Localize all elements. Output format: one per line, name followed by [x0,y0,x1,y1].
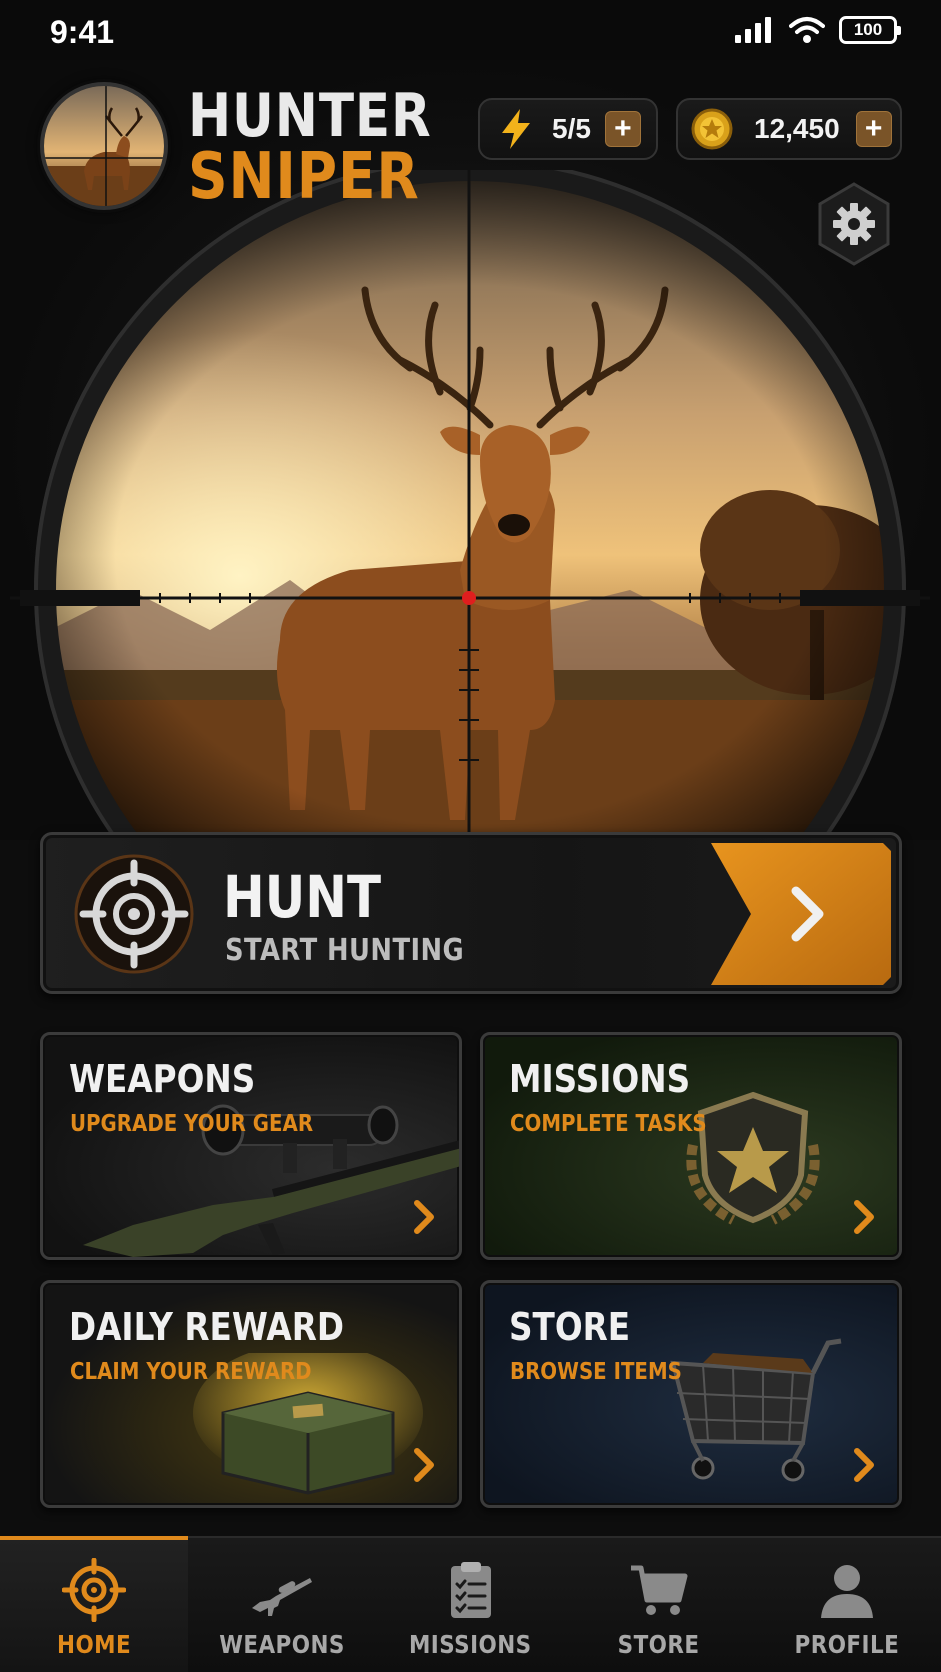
shopping-cart-image [670,1338,842,1482]
crosshair-icon [62,1558,127,1622]
crosshair-dot [462,591,476,605]
energy-counter: 5/5 + [478,98,658,160]
add-energy-button[interactable]: + [604,111,641,147]
coin-icon [691,108,733,150]
hunt-subtitle: START HUNTING [225,933,465,968]
crosshair-target-icon [74,854,194,974]
add-coins-button[interactable]: + [855,111,892,147]
gear-icon [833,203,875,245]
tab-missions-label: MISSIONS [409,1630,532,1659]
hunt-button[interactable]: HUNT START HUNTING [40,832,902,994]
scope-view [10,170,930,840]
status-time: 9:41 [50,14,115,50]
tab-weapons-label: WEAPONS [219,1630,346,1659]
chevron-right-icon [854,1200,874,1234]
cart-icon [630,1565,688,1615]
tab-profile[interactable]: PROFILE [753,1538,941,1672]
store-tile[interactable]: STORE BROWSE ITEMS [480,1280,902,1508]
bottom-tab-bar: HOME WEAPONS MISSIONS STORE PROFILE [0,1536,941,1672]
daily-reward-tile-subtitle: CLAIM YOUR REWARD [70,1359,312,1385]
game-title-line1: HUNTER [188,81,432,151]
wifi-icon [789,17,825,43]
weapons-tile-title: WEAPONS [69,1057,256,1101]
chevron-right-icon [414,1200,434,1234]
chevron-right-icon [854,1448,874,1482]
clipboard-icon [450,1562,491,1618]
energy-value: 5/5 [552,113,591,144]
battery-level: 100 [853,20,883,39]
daily-reward-tile-title: DAILY REWARD [69,1305,345,1349]
signal-icon [735,17,771,43]
coin-counter: 12,450 + [676,98,902,160]
missions-tile[interactable]: MISSIONS COMPLETE TASKS [480,1032,902,1260]
tab-home[interactable]: HOME [0,1536,189,1672]
tab-profile-label: PROFILE [794,1630,900,1659]
lightning-icon [502,109,530,149]
store-tile-title: STORE [509,1305,631,1349]
tab-missions[interactable]: MISSIONS [376,1538,564,1672]
game-title-line2: SNIPER [188,140,420,214]
store-tile-subtitle: BROWSE ITEMS [510,1359,682,1385]
game-logo [40,82,168,210]
rifle-icon [252,1578,313,1616]
tab-weapons[interactable]: WEAPONS [188,1538,376,1672]
settings-button[interactable] [810,180,898,268]
stag-logo-icon [44,86,164,206]
star-badge-image [686,1091,820,1225]
hunt-title: HUNT [223,863,382,931]
person-icon [820,1565,873,1618]
missions-tile-subtitle: COMPLETE TASKS [510,1111,707,1137]
tab-store[interactable]: STORE [565,1538,753,1672]
plus-label: + [864,112,883,145]
weapons-tile[interactable]: WEAPONS UPGRADE YOUR GEAR [40,1032,462,1260]
status-bar: 9:41 100 [0,0,941,60]
plus-label: + [614,112,632,145]
hunt-arrow-panel[interactable] [711,843,891,985]
tab-home-label: HOME [57,1630,132,1659]
battery-icon: 100 [839,16,901,44]
chevron-right-icon [414,1448,434,1482]
status-icons: 100 [735,16,901,44]
daily-reward-tile[interactable]: DAILY REWARD CLAIM YOUR REWARD [40,1280,462,1508]
coin-value: 12,450 [754,113,840,144]
tab-store-label: STORE [617,1630,700,1659]
weapons-tile-subtitle: UPGRADE YOUR GEAR [70,1111,314,1137]
missions-tile-title: MISSIONS [509,1057,691,1101]
